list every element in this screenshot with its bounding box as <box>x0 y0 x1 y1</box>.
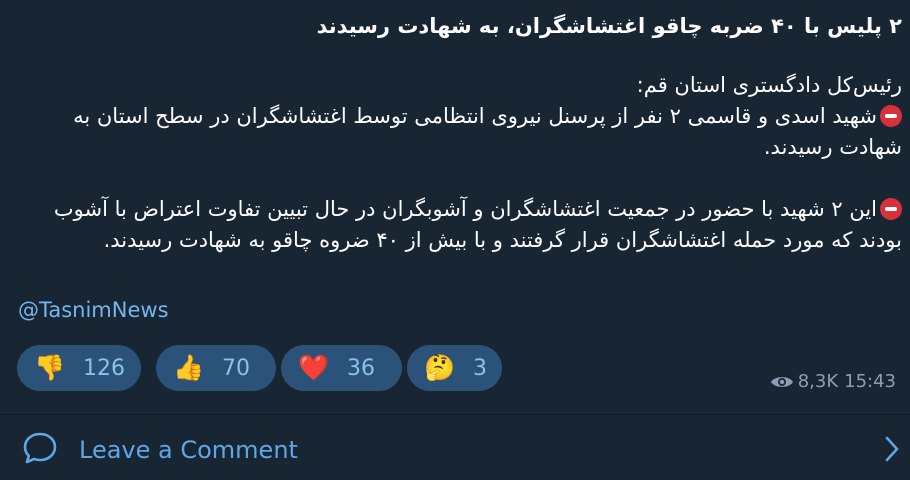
news-bullet-icon <box>880 198 902 220</box>
reaction-count: 3 <box>473 355 487 381</box>
leave-comment-label: Leave a Comment <box>79 436 298 464</box>
heart-icon: ❤️ <box>298 353 330 382</box>
reaction-heart[interactable]: ❤️ 36 <box>281 345 402 391</box>
post-time: 15:43 <box>844 371 896 392</box>
chevron-right-icon <box>885 436 899 462</box>
thumbs-up-icon: 👍 <box>173 353 205 382</box>
thumbs-down-icon: 👎 <box>34 353 66 382</box>
channel-handle-link[interactable]: @TasnimNews <box>18 298 169 322</box>
post-intro: رئیس‌کل دادگستری استان قم: <box>636 73 902 97</box>
comment-bubble-icon <box>23 432 57 464</box>
reaction-count: 36 <box>347 355 375 381</box>
reaction-thumbs-up[interactable]: 👍 70 <box>156 345 276 391</box>
post-meta: 8,3K 15:43 <box>770 371 896 392</box>
post-title: ۲ پلیس با ۴۰ ضربه چاقو اغتشاشگران، به شه… <box>316 14 902 38</box>
leave-comment-button[interactable]: Leave a Comment <box>0 415 910 480</box>
post-paragraph-2-text: این ۲ شهید با حضور در جمعیت اغتشاشگران و… <box>53 197 902 252</box>
reaction-thumbs-down[interactable]: 👎 126 <box>17 345 141 391</box>
reaction-count: 126 <box>83 355 125 381</box>
view-count: 8,3K <box>797 371 839 392</box>
reaction-count: 70 <box>222 355 250 381</box>
channel-post: ۲ پلیس با ۴۰ ضربه چاقو اغتشاشگران، به شه… <box>0 0 910 414</box>
eye-icon <box>770 376 793 387</box>
post-paragraph-1-text: شهید اسدی و قاسمی ۲ نفر از پرسنل نیروی ا… <box>73 104 902 159</box>
thinking-face-icon: 🤔 <box>424 353 456 382</box>
reaction-thinking[interactable]: 🤔 3 <box>407 345 502 391</box>
post-paragraph-1: شهید اسدی و قاسمی ۲ نفر از پرسنل نیروی ا… <box>18 101 902 163</box>
post-paragraph-2: این ۲ شهید با حضور در جمعیت اغتشاشگران و… <box>18 194 902 256</box>
news-bullet-icon <box>880 105 902 127</box>
post-text: ۲ پلیس با ۴۰ ضربه چاقو اغتشاشگران، به شه… <box>18 10 902 256</box>
